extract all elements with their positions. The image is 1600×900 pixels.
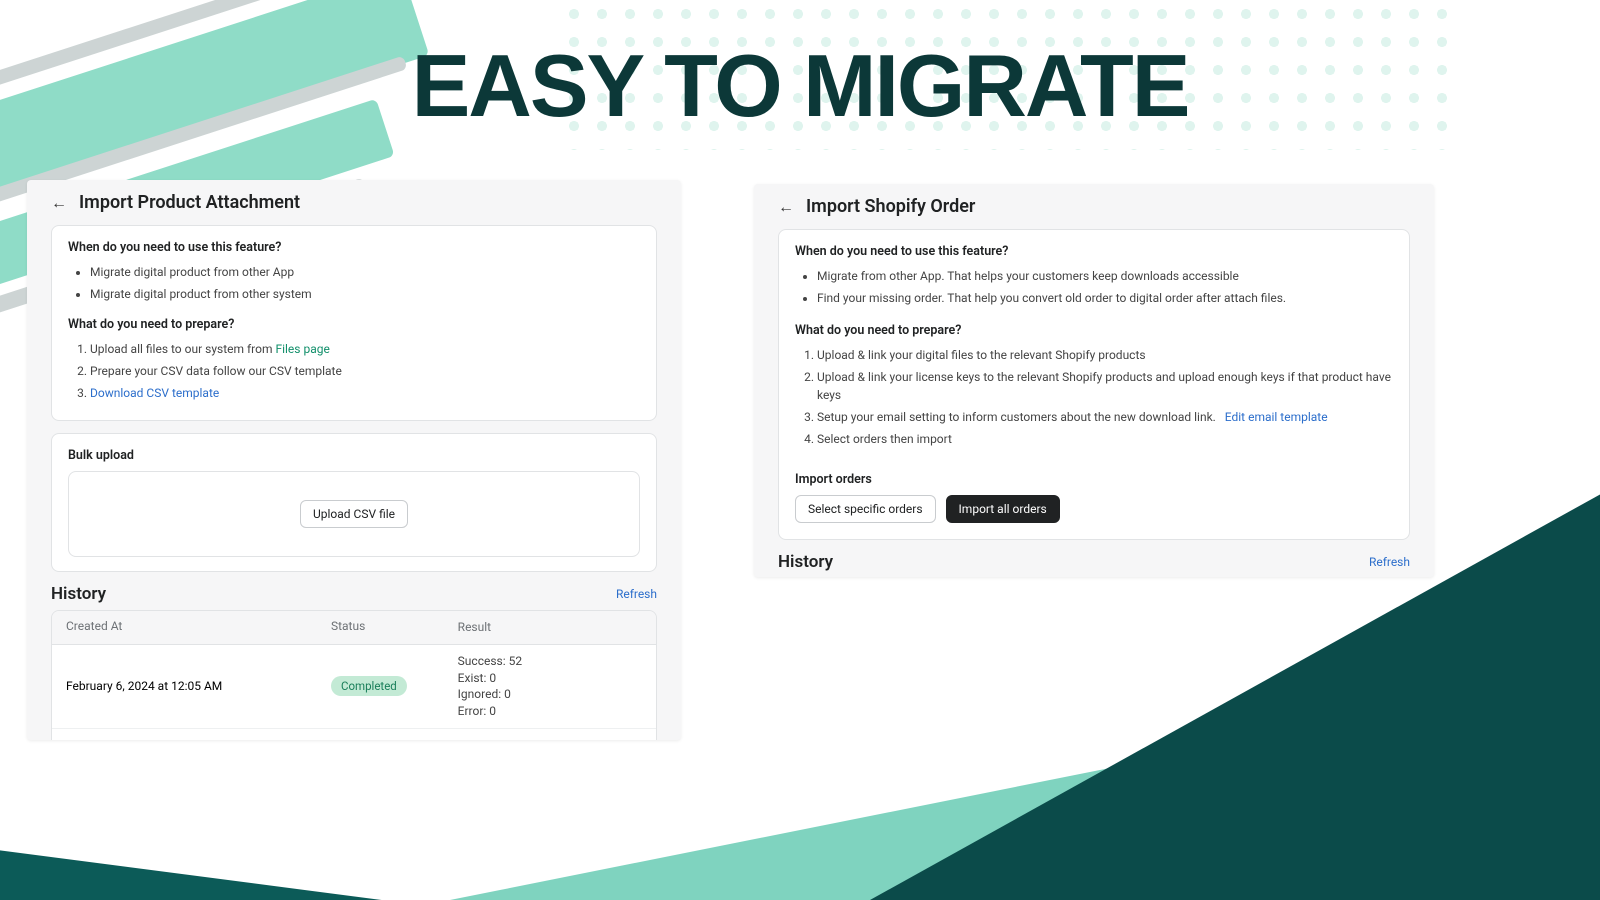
table-row: February 5, 2024 at 4:09 AM Completed Su… — [52, 729, 656, 740]
edit-email-template-link[interactable]: Edit email template — [1225, 410, 1328, 424]
prepare-heading: What do you need to prepare? — [795, 323, 1393, 338]
files-page-link[interactable]: Files page — [275, 342, 329, 356]
back-icon[interactable]: ← — [51, 193, 67, 213]
col-result: Result — [458, 619, 642, 636]
page-title: Import Product Attachment — [79, 192, 300, 213]
prepare-item: Upload & link your digital files to the … — [817, 346, 1393, 364]
bulk-upload-heading: Bulk upload — [68, 448, 640, 463]
page-title: Import Shopify Order — [806, 196, 975, 217]
status-badge: Completed — [331, 676, 407, 696]
headline: EASY TO MIGRATE — [412, 35, 1189, 137]
table-row: February 6, 2024 at 12:05 AM Completed S… — [52, 645, 656, 729]
import-attachment-panel: ← Import Product Attachment When do you … — [27, 180, 681, 740]
history-heading: History — [778, 552, 833, 572]
bulk-upload-card: Bulk upload Upload CSV file — [51, 433, 657, 572]
import-orders-heading: Import orders — [795, 472, 1393, 487]
import-all-orders-button[interactable]: Import all orders — [946, 495, 1060, 523]
download-csv-template-link[interactable]: Download CSV template — [90, 386, 219, 400]
history-heading: History — [51, 584, 106, 604]
created-cell: February 6, 2024 at 12:05 AM — [66, 679, 331, 693]
when-heading: When do you need to use this feature? — [68, 240, 640, 255]
upload-csv-button[interactable]: Upload CSV file — [300, 500, 408, 528]
when-heading: When do you need to use this feature? — [795, 244, 1393, 259]
prepare-item: Setup your email setting to inform custo… — [817, 408, 1393, 426]
when-card: When do you need to use this feature? Mi… — [51, 225, 657, 421]
prepare-item: Download CSV template — [90, 384, 640, 402]
when-item: Migrate digital product from other syste… — [90, 285, 640, 303]
col-status: Status — [331, 619, 458, 636]
result-cell: Success: 8988Exist: 0Ignored: 133Error: … — [458, 737, 642, 740]
history-table: Created At Status Result February 6, 202… — [51, 610, 657, 740]
info-card: When do you need to use this feature? Mi… — [778, 229, 1410, 540]
refresh-link[interactable]: Refresh — [616, 587, 657, 601]
refresh-link[interactable]: Refresh — [1369, 555, 1410, 569]
prepare-item: Upload all files to our system from File… — [90, 340, 640, 358]
prepare-item: Prepare your CSV data follow our CSV tem… — [90, 362, 640, 380]
prepare-item: Select orders then import — [817, 430, 1393, 448]
col-created: Created At — [66, 619, 331, 636]
prepare-item: Upload & link your license keys to the r… — [817, 368, 1393, 404]
when-item: Find your missing order. That help you c… — [817, 289, 1393, 307]
import-shopify-order-panel: ← Import Shopify Order When do you need … — [754, 184, 1434, 577]
when-item: Migrate digital product from other App — [90, 263, 640, 281]
select-specific-orders-button[interactable]: Select specific orders — [795, 495, 936, 523]
when-item: Migrate from other App. That helps your … — [817, 267, 1393, 285]
result-cell: Success: 52Exist: 0Ignored: 0Error: 0 — [458, 653, 642, 720]
upload-dropzone[interactable]: Upload CSV file — [68, 471, 640, 557]
back-icon[interactable]: ← — [778, 197, 794, 217]
prepare-heading: What do you need to prepare? — [68, 317, 640, 332]
